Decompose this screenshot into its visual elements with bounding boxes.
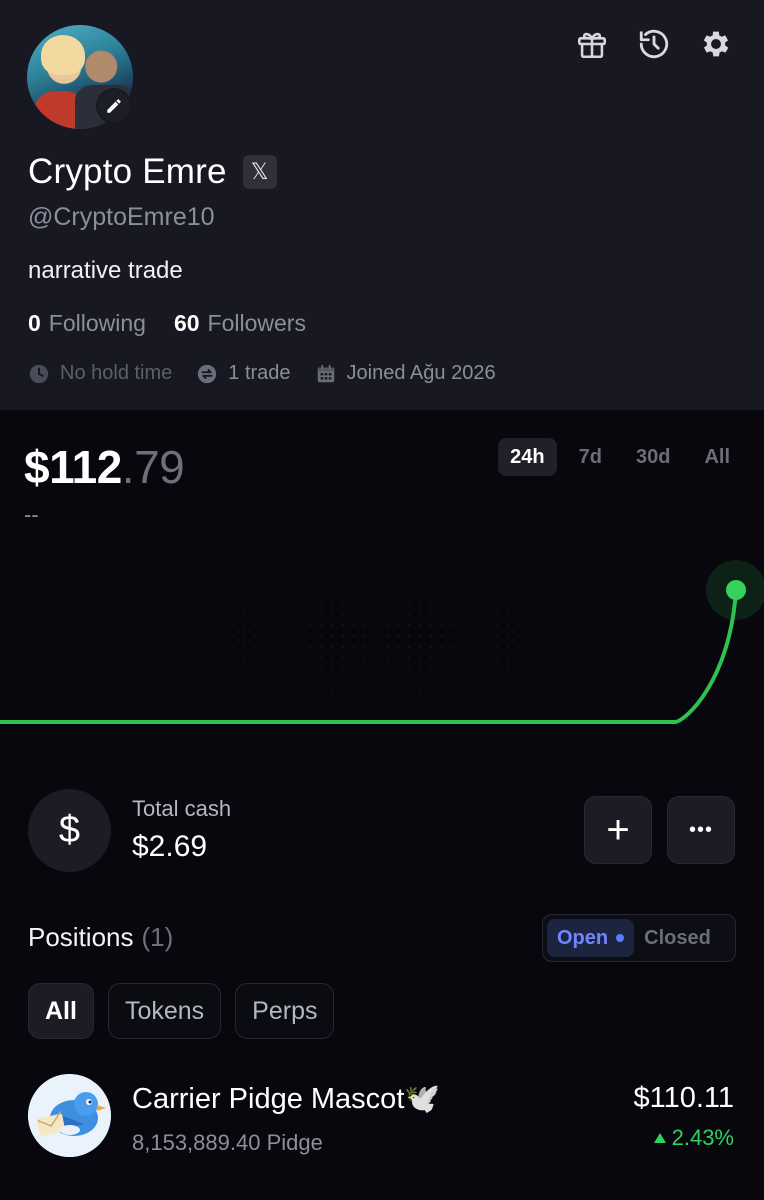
dollar-icon: $	[28, 789, 111, 872]
following-count: 0	[28, 310, 41, 336]
position-amount: 8,153,889.40 Pidge	[132, 1130, 323, 1155]
avatar-hair	[41, 35, 85, 75]
x-link-icon[interactable]: 𝕏	[242, 155, 277, 189]
history-icon	[639, 29, 669, 59]
name-row: Crypto Emre 𝕏	[28, 152, 277, 192]
trades-text: 1 trade	[228, 362, 291, 384]
gear-icon	[703, 31, 729, 57]
range-selector: 24h 7d 30d All	[498, 438, 742, 476]
following-link[interactable]: 0 Following	[28, 310, 146, 337]
profile-name: Crypto Emre	[28, 152, 227, 191]
settings-button[interactable]	[698, 26, 734, 62]
positions-count: (1)	[141, 922, 174, 952]
range-7d[interactable]: 7d	[567, 438, 614, 476]
hold-time-stat: No hold time	[28, 362, 172, 385]
followers-count: 60	[173, 310, 200, 336]
followers-link[interactable]: 60 Followers	[174, 310, 306, 337]
more-icon: •••	[688, 818, 713, 841]
range-24h[interactable]: 24h	[498, 438, 557, 476]
range-all[interactable]: All	[692, 438, 742, 476]
swap-icon	[198, 364, 217, 383]
gift-button[interactable]	[574, 26, 610, 62]
closed-tab[interactable]: Closed	[634, 927, 721, 950]
profile-bio: narrative trade	[28, 257, 183, 284]
bird-icon	[28, 1074, 111, 1157]
following-label: Following	[48, 310, 146, 336]
filter-perps[interactable]: Perps	[235, 983, 335, 1039]
token-avatar[interactable]	[28, 1074, 111, 1157]
add-cash-button[interactable]: +	[584, 796, 652, 864]
profile-page: Crypto Emre 𝕏 @CryptoEmre10 narrative tr…	[0, 0, 764, 1200]
calendar-icon	[317, 364, 334, 382]
position-change: 2.43%	[653, 1125, 734, 1151]
header-actions	[574, 26, 734, 62]
chart-endpoint-point	[726, 580, 746, 600]
total-cash-value: $2.69	[132, 830, 208, 863]
pencil-icon	[107, 99, 121, 113]
position-value: $110.11	[633, 1082, 734, 1114]
hold-time-text: No hold time	[60, 362, 173, 384]
trades-stat: 1 trade	[196, 362, 291, 385]
open-tab-label: Open	[557, 926, 609, 949]
open-indicator-dot	[616, 934, 625, 942]
gift-icon	[577, 32, 607, 59]
follow-stats: 0 Following 60 Followers	[28, 310, 306, 337]
followers-label: Followers	[207, 310, 306, 336]
positions-title: Positions	[28, 922, 134, 952]
filter-all[interactable]: All	[28, 983, 94, 1039]
profile-meta: No hold time 1 trade Joined Ağu 2026	[28, 362, 496, 385]
profile-handle: @CryptoEmre10	[28, 203, 215, 231]
more-options-button[interactable]: •••	[667, 796, 735, 864]
clock-icon	[29, 364, 49, 383]
total-cash-label: Total cash	[132, 796, 232, 821]
joined-text: Joined Ağu 2026	[346, 362, 496, 384]
history-button[interactable]	[636, 26, 672, 62]
open-closed-toggle: Open Closed	[542, 914, 736, 962]
positions-header: Positions (1)	[28, 922, 173, 953]
portfolio-chart[interactable]	[0, 480, 764, 770]
plus-icon: +	[606, 807, 630, 852]
range-30d[interactable]: 30d	[624, 438, 682, 476]
position-change-value: 2.43%	[671, 1125, 734, 1150]
joined-stat: Joined Ağu 2026	[315, 362, 496, 385]
edit-avatar-button[interactable]	[96, 88, 132, 124]
filter-tokens[interactable]: Tokens	[107, 983, 222, 1039]
chart-dot-grid	[90, 490, 650, 720]
profile-header: Crypto Emre 𝕏 @CryptoEmre10 narrative tr…	[0, 0, 764, 410]
position-name[interactable]: Carrier Pidge Mascot🕊️	[132, 1082, 440, 1116]
up-arrow-icon	[653, 1133, 666, 1143]
position-filters: All Tokens Perps	[28, 983, 335, 1039]
open-tab[interactable]: Open	[547, 919, 635, 957]
